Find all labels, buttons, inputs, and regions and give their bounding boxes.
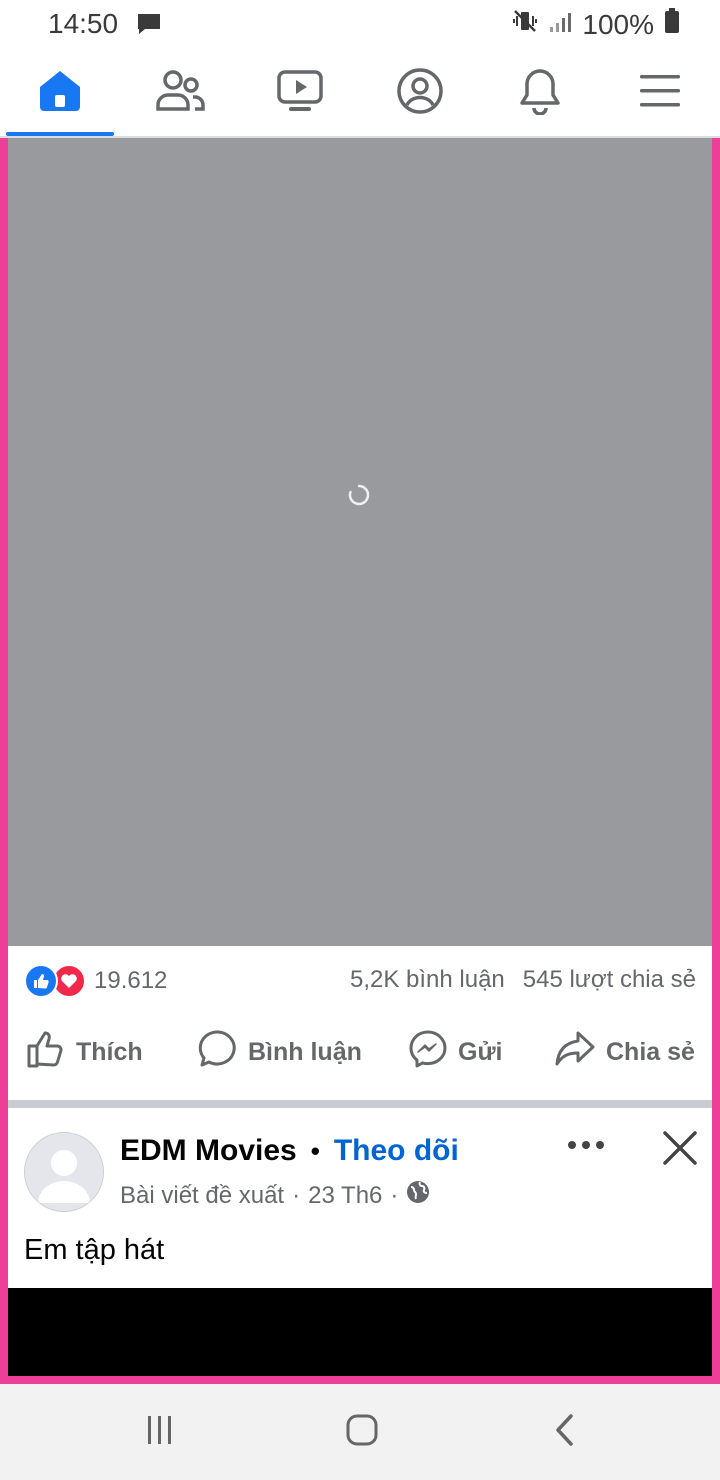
loading-spinner-icon bbox=[348, 484, 370, 506]
post-header: EDM Movies • Theo dõi Bài viết đề xuất ·… bbox=[8, 1108, 712, 1288]
share-button[interactable]: Chia sẻ bbox=[554, 1028, 695, 1076]
author-line: EDM Movies • Theo dõi bbox=[120, 1134, 459, 1168]
top-navigation bbox=[0, 50, 720, 138]
status-bar: 14:50 100% bbox=[0, 0, 720, 50]
share-count[interactable]: 545 lượt chia sẻ bbox=[523, 966, 696, 994]
status-right: 100% bbox=[512, 8, 680, 41]
video-player[interactable] bbox=[8, 138, 712, 946]
like-reaction-icon bbox=[24, 964, 58, 998]
post-actions: Thích Bình luận Gửi Chia sẻ bbox=[8, 1014, 712, 1098]
thumbs-up-icon bbox=[26, 1029, 66, 1076]
vibrate-mute-icon bbox=[512, 8, 538, 41]
friends-icon bbox=[155, 69, 205, 118]
comment-bubble-icon bbox=[198, 1029, 238, 1076]
send-button[interactable]: Gửi bbox=[408, 1028, 503, 1076]
globe-icon bbox=[406, 1180, 430, 1211]
back-chevron-icon bbox=[549, 1413, 579, 1452]
tab-home[interactable] bbox=[0, 50, 120, 136]
comment-count[interactable]: 5,2K bình luận bbox=[350, 966, 505, 994]
watch-icon bbox=[276, 69, 324, 118]
tab-notifications[interactable] bbox=[480, 50, 600, 136]
profile-icon bbox=[396, 67, 444, 120]
author-separator: • bbox=[310, 1135, 320, 1166]
suggested-label: Bài viết đề xuất bbox=[120, 1181, 285, 1209]
feed-highlight-frame: 19.612 5,2K bình luận 545 lượt chia sẻ T… bbox=[0, 138, 720, 1384]
home-icon bbox=[36, 67, 84, 120]
message-notification-icon bbox=[136, 12, 160, 36]
post-date[interactable]: 23 Th6 bbox=[308, 1182, 382, 1210]
post-divider bbox=[8, 1100, 712, 1108]
signal-icon bbox=[548, 9, 572, 41]
recent-apps-button[interactable] bbox=[140, 1414, 180, 1450]
tab-profile[interactable] bbox=[360, 50, 480, 136]
battery-percent: 100% bbox=[582, 8, 654, 40]
reactions-summary[interactable]: 19.612 bbox=[24, 964, 167, 998]
meta-separator-2: · bbox=[390, 1181, 399, 1209]
tab-watch[interactable] bbox=[240, 50, 360, 136]
meta-separator: · bbox=[292, 1181, 301, 1209]
post-meta: Bài viết đề xuất · 23 Th6 · bbox=[120, 1180, 430, 1211]
messenger-icon bbox=[408, 1029, 448, 1076]
active-tab-indicator bbox=[6, 132, 114, 136]
avatar[interactable] bbox=[24, 1132, 104, 1212]
post-stats: 19.612 5,2K bình luận 545 lượt chia sẻ bbox=[8, 946, 712, 1014]
comment-button[interactable]: Bình luận bbox=[198, 1028, 362, 1076]
reaction-count: 19.612 bbox=[94, 967, 168, 994]
back-button[interactable] bbox=[544, 1413, 584, 1452]
like-button[interactable]: Thích bbox=[26, 1028, 143, 1076]
like-label: Thích bbox=[76, 1037, 143, 1066]
home-button[interactable] bbox=[342, 1414, 382, 1450]
comment-label: Bình luận bbox=[248, 1037, 362, 1066]
close-icon[interactable] bbox=[662, 1130, 698, 1166]
home-circle-icon bbox=[345, 1413, 379, 1452]
follow-button[interactable]: Theo dõi bbox=[334, 1134, 459, 1168]
battery-icon bbox=[664, 8, 680, 41]
system-navigation-bar bbox=[0, 1384, 720, 1480]
post-caption: Em tập hát bbox=[24, 1234, 165, 1266]
share-arrow-icon bbox=[554, 1029, 596, 1076]
tab-friends[interactable] bbox=[120, 50, 240, 136]
author-name[interactable]: EDM Movies bbox=[120, 1134, 297, 1168]
hamburger-menu-icon bbox=[638, 71, 682, 116]
post-media[interactable] bbox=[8, 1288, 712, 1376]
more-options-icon[interactable] bbox=[566, 1130, 606, 1160]
status-time: 14:50 bbox=[48, 8, 119, 39]
tab-menu[interactable] bbox=[600, 50, 720, 136]
bell-icon bbox=[517, 67, 563, 120]
send-label: Gửi bbox=[458, 1037, 503, 1066]
share-label: Chia sẻ bbox=[606, 1037, 695, 1066]
recent-apps-icon bbox=[143, 1413, 177, 1452]
